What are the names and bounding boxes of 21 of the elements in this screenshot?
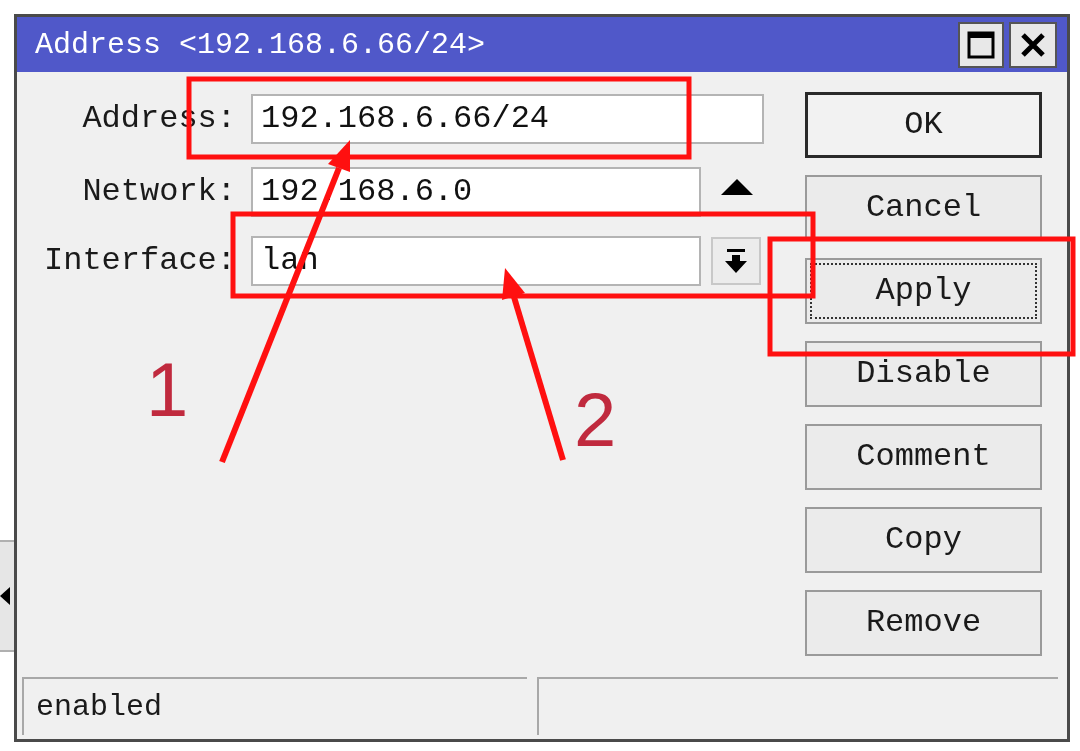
window-title: Address <192.168.6.66/24> xyxy=(35,29,486,60)
up-triangle-icon[interactable] xyxy=(721,179,753,195)
field-label: Network: xyxy=(82,176,236,208)
close-button[interactable] xyxy=(1009,21,1057,68)
dialog-button[interactable]: OK xyxy=(805,92,1042,158)
left-arrow-icon xyxy=(0,587,10,605)
dialog-button[interactable]: Disable xyxy=(805,341,1042,407)
down-arrow-bar-icon xyxy=(725,249,747,273)
dialog-button[interactable]: Copy xyxy=(805,507,1042,573)
dialog-button[interactable]: Remove xyxy=(805,590,1042,656)
annotation-number: 1 xyxy=(146,352,189,428)
maximize-button[interactable] xyxy=(958,21,1004,68)
close-icon xyxy=(1021,32,1045,57)
field-label: Interface: xyxy=(43,245,236,277)
text-field[interactable]: 192.168.6.66/24 xyxy=(251,94,764,144)
maximize-icon xyxy=(967,30,995,59)
dialog-button[interactable]: Apply xyxy=(805,258,1042,324)
annotation-number: 2 xyxy=(574,382,617,458)
dialog-button[interactable]: Comment xyxy=(805,424,1042,490)
status-text: enabled xyxy=(36,692,163,722)
dropdown-button[interactable] xyxy=(711,237,761,285)
